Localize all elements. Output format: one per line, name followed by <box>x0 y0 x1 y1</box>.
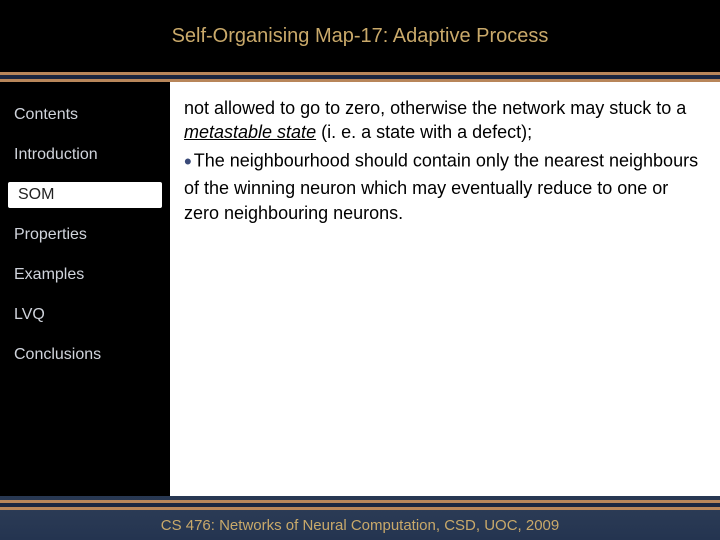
sidebar-item-properties[interactable]: Properties <box>0 222 170 248</box>
sidebar: Contents Introduction SOM Properties Exa… <box>0 82 170 496</box>
content-area: not allowed to go to zero, otherwise the… <box>170 82 720 496</box>
sidebar-item-contents[interactable]: Contents <box>0 102 170 128</box>
p1-text-a: not allowed to go to zero, otherwise the… <box>184 98 686 118</box>
footer-text: CS 476: Networks of Neural Computation, … <box>0 510 720 540</box>
p1-text-b: (i. e. a state with a defect); <box>316 122 532 142</box>
body-row: Contents Introduction SOM Properties Exa… <box>0 82 720 496</box>
header-bar: Self-Organising Map-17: Adaptive Process <box>0 0 720 72</box>
p1-emphasis: metastable state <box>184 122 316 142</box>
paragraph-1: not allowed to go to zero, otherwise the… <box>184 96 702 145</box>
page-title: Self-Organising Map-17: Adaptive Process <box>172 25 549 48</box>
p2-text: The neighbourhood should contain only th… <box>184 150 698 222</box>
sidebar-item-som[interactable]: SOM <box>8 182 162 208</box>
paragraph-2: •The neighbourhood should contain only t… <box>184 147 702 225</box>
sidebar-item-conclusions[interactable]: Conclusions <box>0 342 170 368</box>
slide: Self-Organising Map-17: Adaptive Process… <box>0 0 720 540</box>
footer-divider-group <box>0 500 720 510</box>
sidebar-item-introduction[interactable]: Introduction <box>0 142 170 168</box>
sidebar-item-examples[interactable]: Examples <box>0 262 170 288</box>
bullet-icon: • <box>184 149 192 174</box>
sidebar-item-lvq[interactable]: LVQ <box>0 302 170 328</box>
